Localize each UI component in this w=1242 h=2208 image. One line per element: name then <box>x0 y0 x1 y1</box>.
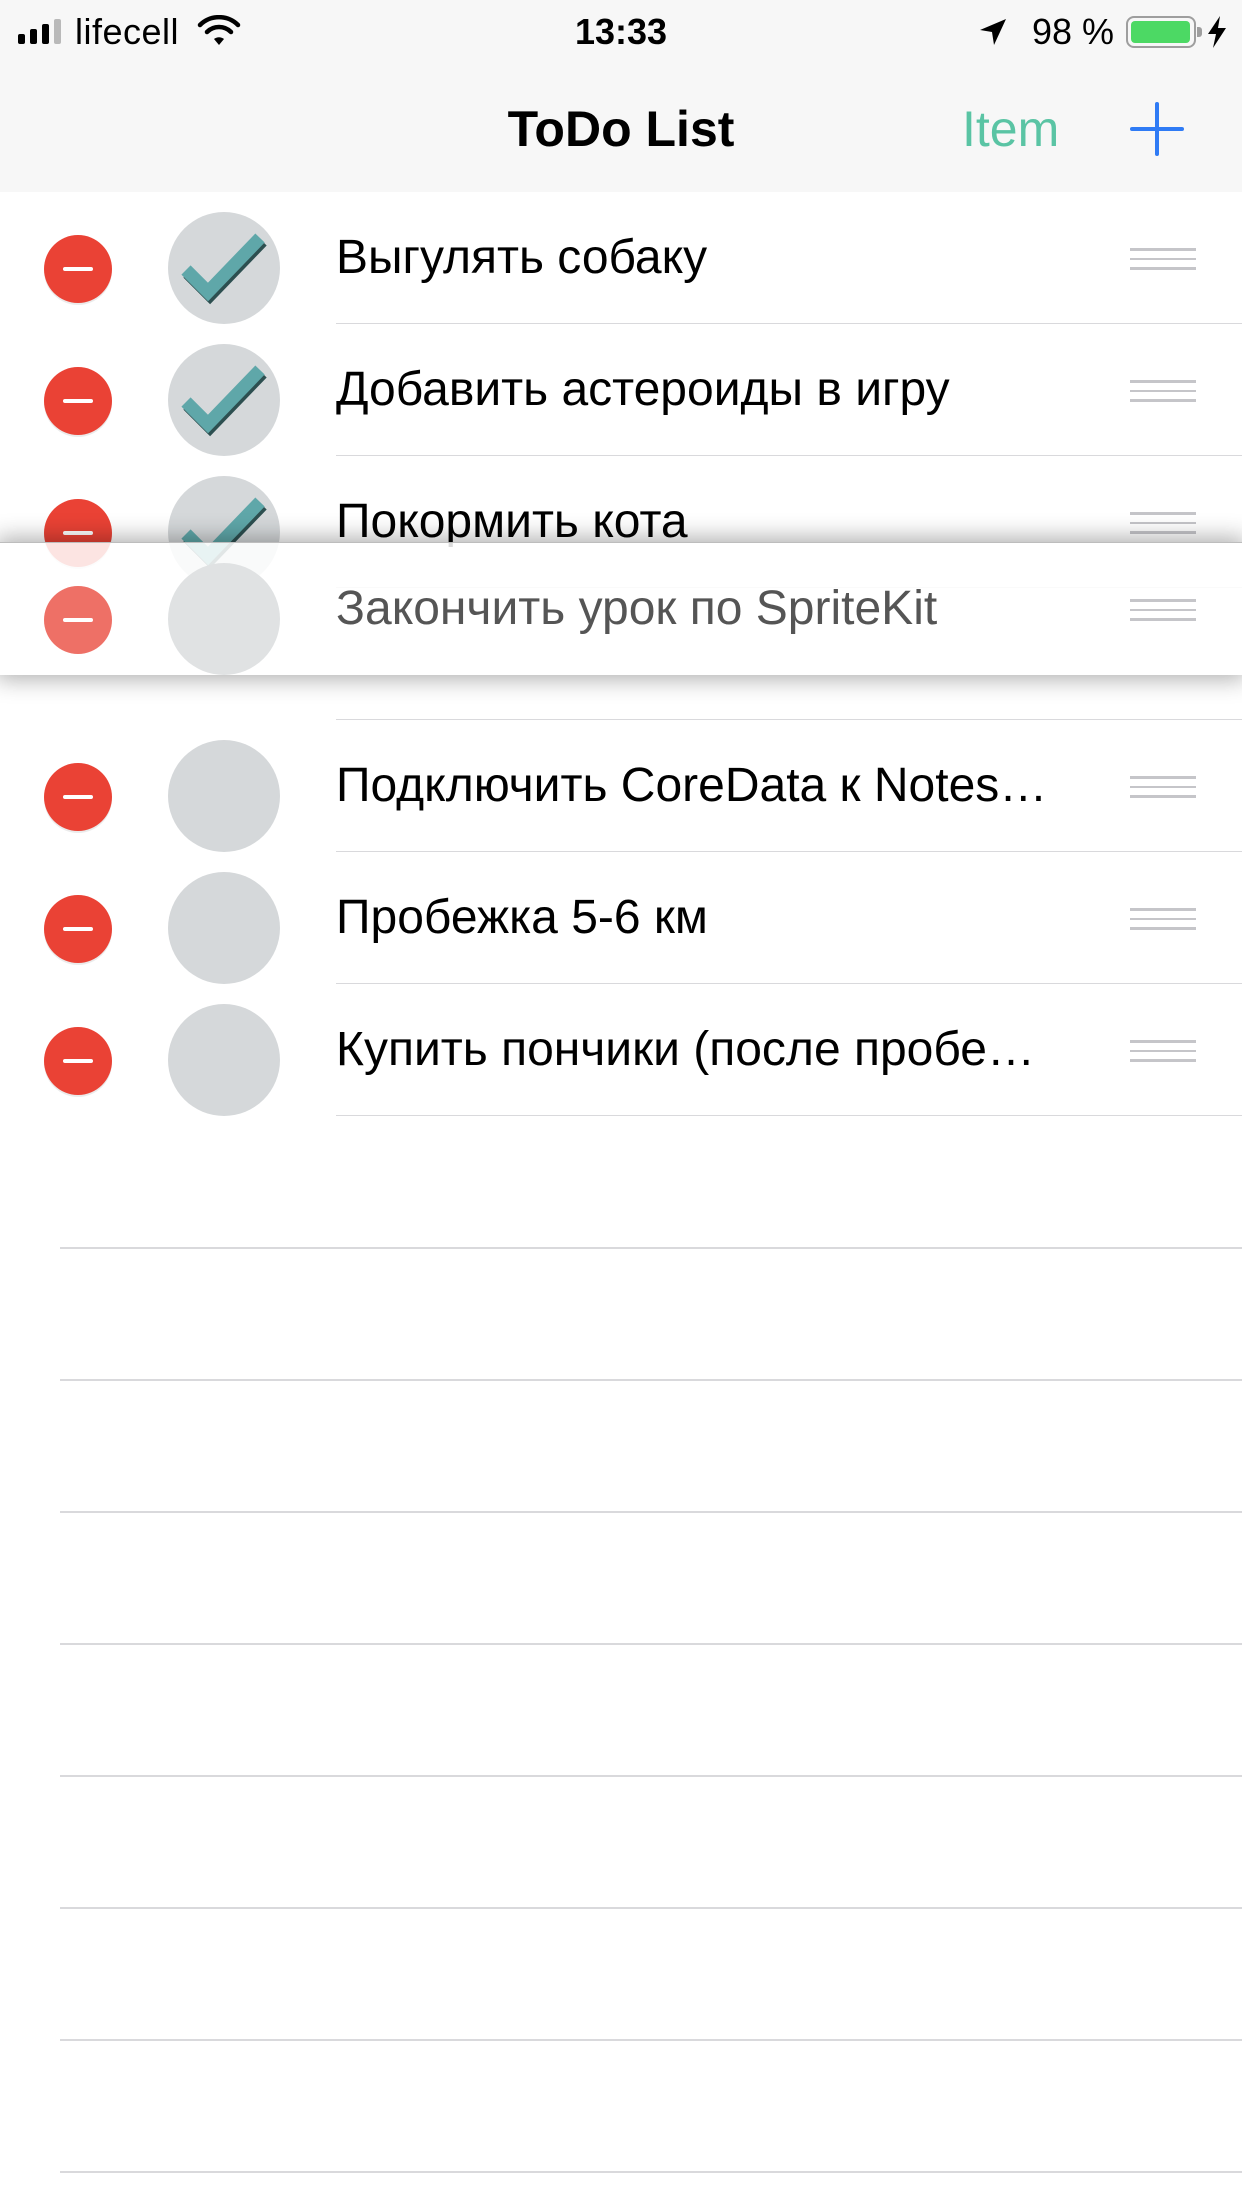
status-bar: lifecell 13:33 98 % <box>0 0 1242 66</box>
checkbox[interactable] <box>168 740 280 852</box>
task-row[interactable]: Выгулять собаку <box>0 192 1242 324</box>
task-title: Купить пончики (после пробе… <box>336 1023 1035 1076</box>
row-divider <box>60 1775 1242 1777</box>
reorder-handle-icon[interactable] <box>1130 908 1196 934</box>
battery-icon <box>1126 16 1202 48</box>
reorder-handle-icon[interactable] <box>1130 380 1196 406</box>
reorder-handle-icon[interactable] <box>1130 776 1196 802</box>
row-divider <box>60 1247 1242 1249</box>
delete-button[interactable] <box>44 763 112 831</box>
row-divider <box>60 1907 1242 1909</box>
task-title: Подключить CoreData к Notes… <box>336 759 1048 812</box>
task-title: Закончить урок по SpriteKit <box>336 582 938 635</box>
charging-bolt-icon <box>1208 16 1226 48</box>
task-row[interactable]: Подключить CoreData к Notes… <box>0 720 1242 852</box>
checkbox[interactable] <box>168 344 280 456</box>
delete-button[interactable] <box>44 367 112 435</box>
checkbox[interactable] <box>168 872 280 984</box>
task-row[interactable]: Добавить астероиды в игру <box>0 324 1242 456</box>
item-button[interactable]: Item <box>962 66 1059 192</box>
row-divider <box>60 1511 1242 1513</box>
task-title: Выгулять собаку <box>336 231 708 284</box>
reorder-handle-icon[interactable] <box>1130 599 1196 625</box>
battery-level <box>1131 21 1190 43</box>
dragged-task-row[interactable]: Закончить урок по SpriteKit <box>0 542 1242 675</box>
task-title: Добавить астероиды в игру <box>336 363 950 416</box>
checkbox[interactable] <box>168 212 280 324</box>
task-row[interactable]: Пробежка 5-6 км <box>0 852 1242 984</box>
delete-button[interactable] <box>44 1027 112 1095</box>
task-title: Пробежка 5-6 км <box>336 891 708 944</box>
row-divider <box>60 1643 1242 1645</box>
delete-button[interactable] <box>44 586 112 654</box>
task-row[interactable]: Купить пончики (после пробе… <box>0 984 1242 1116</box>
status-right: 98 % <box>978 8 1228 56</box>
delete-button[interactable] <box>44 235 112 303</box>
delete-button[interactable] <box>44 895 112 963</box>
checkbox[interactable] <box>168 1004 280 1116</box>
reorder-handle-icon[interactable] <box>1130 512 1196 538</box>
location-arrow-icon <box>979 19 1006 45</box>
reorder-handle-icon[interactable] <box>1130 1040 1196 1066</box>
row-divider <box>60 1379 1242 1381</box>
row-divider <box>60 2039 1242 2041</box>
reorder-handle-icon[interactable] <box>1130 248 1196 274</box>
plus-icon[interactable] <box>1124 96 1190 162</box>
row-divider <box>60 2171 1242 2173</box>
battery-percent: 98 % <box>1031 11 1114 52</box>
checkbox[interactable] <box>168 563 280 675</box>
navigation-bar: ToDo List Item <box>0 66 1242 193</box>
